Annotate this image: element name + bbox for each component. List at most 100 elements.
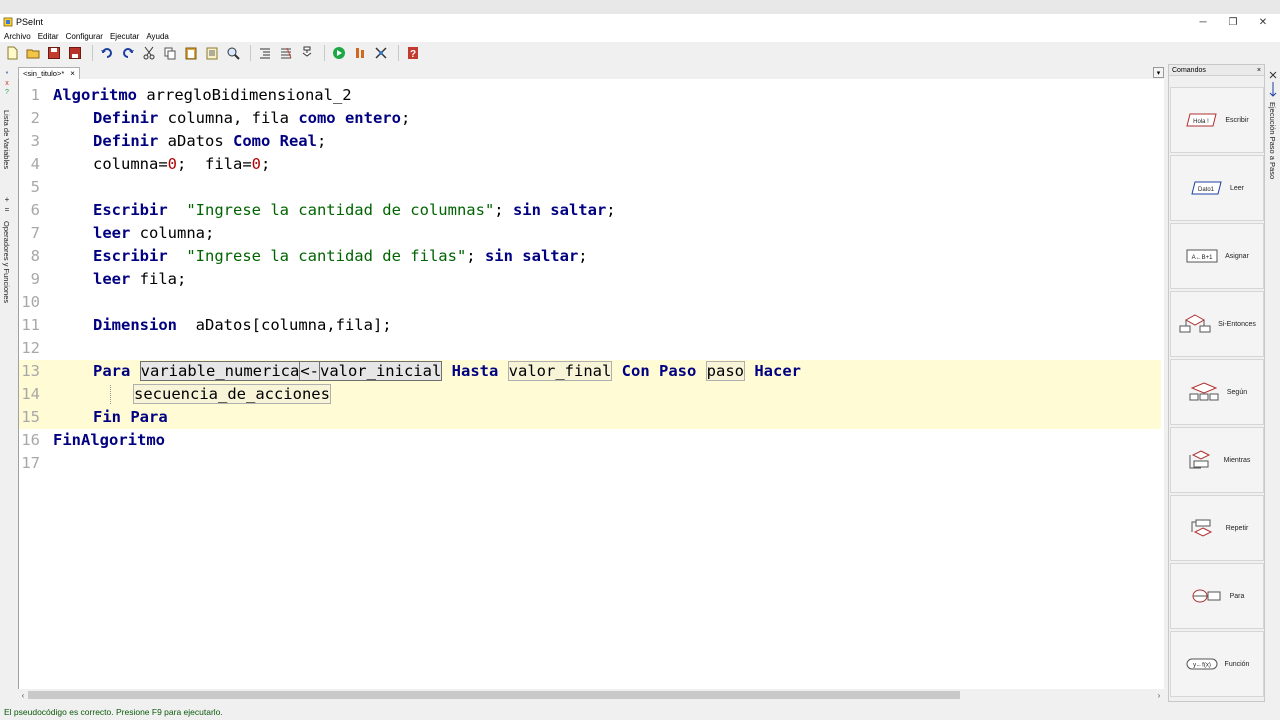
for-icon: [1192, 589, 1221, 603]
debug-icon[interactable]: [372, 44, 390, 62]
line-number: 9: [30, 270, 40, 288]
identifier: fila;: [130, 270, 187, 288]
svg-text:y←f(x): y←f(x): [1193, 663, 1211, 669]
open-folder-icon[interactable]: [24, 44, 42, 62]
code-line: 9 leer fila;: [19, 268, 1161, 291]
code-editor[interactable]: 1 Algoritmo arregloBidimensional_2 2 Defin…: [18, 79, 1164, 689]
line-number: 14: [21, 385, 40, 403]
command-para[interactable]: Para: [1170, 563, 1264, 629]
menu-configurar[interactable]: Configurar: [66, 32, 103, 41]
redo-icon[interactable]: [119, 44, 137, 62]
line-number: 11: [21, 316, 40, 334]
right-side-strip: Ejecución Paso a Paso: [1266, 64, 1280, 702]
svg-text:+: +: [5, 195, 10, 204]
placeholder-variable-numerica[interactable]: variable_numerica: [139, 361, 301, 381]
svg-text:=: =: [5, 205, 10, 214]
undo-icon[interactable]: [98, 44, 116, 62]
flowchart-icon[interactable]: [298, 44, 316, 62]
run-icon[interactable]: [330, 44, 348, 62]
operators-panel-label[interactable]: Operadores y Funciones: [2, 221, 11, 303]
operators-icon[interactable]: + =: [2, 194, 13, 216]
identifier: ;: [400, 109, 411, 127]
command-segun[interactable]: Según: [1170, 359, 1264, 425]
code-line: 10: [19, 291, 1161, 314]
step-by-step-panel-label[interactable]: Ejecución Paso a Paso: [1268, 102, 1277, 179]
line-number: 15: [21, 408, 40, 426]
tab-sin-titulo[interactable]: <sin_titulo>* ×: [18, 67, 80, 79]
code-line: 17: [19, 452, 1161, 475]
keyword: Dimension: [93, 316, 177, 334]
find-icon[interactable]: [224, 44, 242, 62]
code-line: 3 Definir aDatos Como Real;: [19, 130, 1161, 153]
variables-icon[interactable]: * x ?: [2, 68, 13, 98]
restore-button[interactable]: ❐: [1218, 14, 1248, 30]
placeholder-secuencia-de-acciones[interactable]: secuencia_de_acciones: [133, 384, 331, 404]
new-file-icon[interactable]: [3, 44, 21, 62]
minimize-button[interactable]: ─: [1188, 14, 1218, 30]
top-strip: [0, 0, 1280, 14]
keyword: Como Real: [232, 132, 317, 150]
code-line-highlighted: 15 Fin Para: [19, 406, 1161, 429]
command-label: Función: [1224, 660, 1250, 668]
identifier: ;: [578, 247, 588, 265]
scrollbar-thumb[interactable]: [28, 691, 960, 699]
code-line-highlighted: 13 Para variable_numerica<-valor_inicial …: [19, 360, 1161, 383]
command-funcion[interactable]: y←f(x) Función: [1170, 631, 1264, 697]
step-icon[interactable]: [351, 44, 369, 62]
copy-icon[interactable]: [161, 44, 179, 62]
menu-archivo[interactable]: Archivo: [4, 32, 31, 41]
left-side-strip: * x ? Lista de Variables + = Operadores …: [0, 66, 16, 696]
menu-ejecutar[interactable]: Ejecutar: [110, 32, 139, 41]
comment-icon[interactable]: [277, 44, 295, 62]
command-leer[interactable]: Dato1 Leer: [1170, 155, 1264, 221]
tab-list-dropdown[interactable]: ▾: [1153, 67, 1164, 78]
identifier: aDatos[columna,fila];: [177, 316, 392, 334]
commands-panel-title: Comandos: [1172, 66, 1206, 74]
identifier: columna;: [130, 224, 215, 242]
horizontal-scrollbar[interactable]: ‹ ›: [18, 689, 1164, 701]
keyword: leer: [93, 270, 131, 288]
indent-icon[interactable]: [256, 44, 274, 62]
status-bar: El pseudocódigo es correcto. Presione F9…: [0, 704, 1280, 720]
line-number: 13: [21, 362, 40, 380]
placeholder-valor-final[interactable]: valor_final: [507, 361, 613, 381]
paste-icon[interactable]: [182, 44, 200, 62]
variables-panel-label[interactable]: Lista de Variables: [2, 110, 11, 169]
placeholder-paso[interactable]: paso: [705, 361, 745, 381]
command-repetir[interactable]: Repetir: [1170, 495, 1264, 561]
keyword: sin saltar: [512, 201, 607, 219]
command-asignar[interactable]: A←B+1 Asignar: [1170, 223, 1264, 289]
save-icon[interactable]: [45, 44, 63, 62]
keyword: Hasta: [451, 362, 499, 380]
save-as-icon[interactable]: [66, 44, 84, 62]
number-literal: 0: [167, 155, 177, 173]
command-mientras[interactable]: Mientras: [1170, 427, 1264, 493]
scroll-right-arrow-icon[interactable]: ›: [1154, 689, 1164, 701]
scroll-left-arrow-icon[interactable]: ‹: [18, 689, 28, 701]
command-escribir[interactable]: Hola ! Escribir: [1170, 87, 1264, 153]
identifier: aDatos: [158, 132, 233, 150]
help-icon[interactable]: ?: [404, 44, 422, 62]
cut-icon[interactable]: [140, 44, 158, 62]
menu-editar[interactable]: Editar: [38, 32, 59, 41]
tab-close-icon[interactable]: ×: [70, 69, 75, 78]
keyword: Escribir: [93, 247, 168, 265]
command-label: Escribir: [1225, 116, 1249, 124]
toolbar-separator: [324, 45, 325, 61]
step-by-step-icon[interactable]: [1268, 70, 1278, 100]
close-button[interactable]: ✕: [1248, 14, 1278, 30]
copy-text-icon[interactable]: [203, 44, 221, 62]
identifier: arregloBidimensional_2: [137, 86, 352, 104]
menu-ayuda[interactable]: Ayuda: [146, 32, 169, 41]
identifier: ; fila=: [177, 155, 252, 173]
commands-panel-close-icon[interactable]: ×: [1257, 67, 1261, 74]
tab-label: <sin_titulo>*: [23, 69, 65, 78]
while-icon: [1189, 450, 1210, 469]
command-si-entonces[interactable]: Si-Entonces: [1170, 291, 1264, 357]
switch-icon: [1189, 382, 1219, 401]
editor-tab-bar: <sin_titulo>* × ▾: [18, 66, 1164, 79]
svg-text:Dato1: Dato1: [1198, 187, 1215, 193]
placeholder-valor-inicial[interactable]: valor_inicial: [318, 361, 443, 381]
